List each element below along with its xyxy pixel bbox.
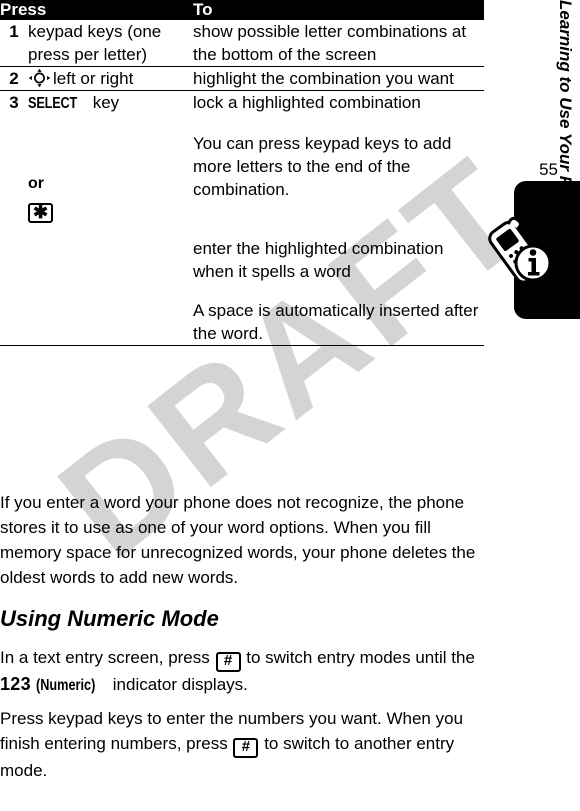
phone-info-icon <box>486 214 558 288</box>
step-number: 3 <box>0 90 28 345</box>
procedure-table: Press To 1 keypad keys (one press per le… <box>0 0 485 346</box>
chapter-label: Learning to Use Your Phone <box>556 0 575 228</box>
step-result-note: You can press keypad keys to add more le… <box>193 134 452 199</box>
alt-step-result-note: A space is automatically inserted after … <box>193 301 479 343</box>
alt-step-result: enter the highlighted combination when i… <box>193 239 444 281</box>
numeric-indicator: 123 <box>0 674 31 694</box>
step-result: highlight the combination you want <box>193 66 485 91</box>
step-result-cell: lock a highlighted combination You can p… <box>193 90 485 345</box>
paragraph-text-part: indicator displays. <box>112 675 248 694</box>
paragraph-unrecognized-words: If you enter a word your phone does not … <box>0 493 476 587</box>
step-action-label: key <box>92 93 120 112</box>
paragraph-switch-to-numeric: In a text entry screen, press # to switc… <box>0 645 484 698</box>
numeric-indicator-name: (Numeric) <box>35 677 96 694</box>
alternative-separator: or <box>28 175 44 192</box>
step-action-cell: SELECT key or ✱ <box>28 90 194 345</box>
paragraph-text-part: In a text entry screen, press <box>0 648 210 667</box>
table-header-row: Press To <box>0 0 485 20</box>
paragraph-text-part: to switch entry modes until the <box>246 648 475 667</box>
select-softkey-label: SELECT <box>28 95 78 112</box>
table-row: 3 SELECT key or ✱ lock a highlighted com… <box>0 90 485 345</box>
column-header-press: Press <box>0 0 47 19</box>
step-result: show possible letter combinations at the… <box>193 22 467 64</box>
column-header-to: To <box>193 0 213 19</box>
table-bottom-rule <box>0 345 485 346</box>
step-action: keypad keys (one press per letter) <box>28 22 162 64</box>
step-action-label: left or right <box>53 69 134 88</box>
page-content: Press To 1 keypad keys (one press per le… <box>0 0 485 811</box>
paragraph-enter-numbers: Press keypad keys to enter the numbers y… <box>0 706 484 783</box>
section-heading-numeric-mode: Using Numeric Mode <box>0 606 219 631</box>
star-key-icon: ✱ <box>28 203 53 223</box>
step-action-cell: left or right <box>28 66 194 91</box>
page-sidebar: 55 Learning to Use Your Phone <box>484 0 580 811</box>
table-row: 2 left or right highlight the combinatio… <box>0 66 485 91</box>
step-number: 1 <box>9 22 19 41</box>
navigation-key-icon <box>28 68 51 88</box>
step-number: 2 <box>0 66 28 91</box>
pound-key-icon: # <box>233 738 259 758</box>
page-number: 55 <box>539 160 558 179</box>
table-row: 1 keypad keys (one press per letter) sho… <box>0 20 484 67</box>
step-result: lock a highlighted combination <box>193 93 421 112</box>
pound-key-icon: # <box>215 652 241 672</box>
